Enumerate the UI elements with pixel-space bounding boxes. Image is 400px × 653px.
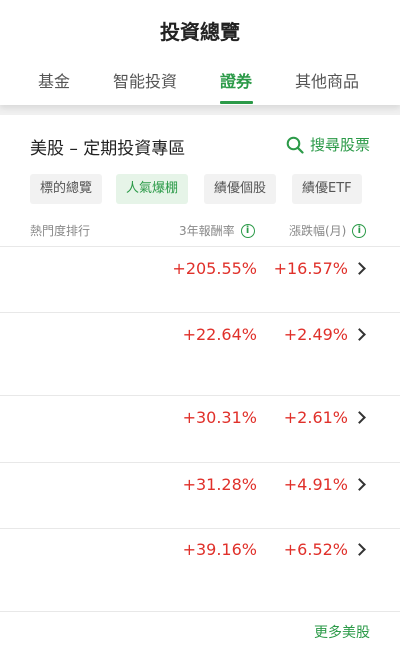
change-month-value: +4.91% xyxy=(283,475,348,494)
search-stock-button[interactable]: 搜尋股票 xyxy=(286,134,370,155)
table-row[interactable]: +22.64% +2.49% xyxy=(0,313,400,396)
table-row[interactable]: +31.28% +4.91% xyxy=(0,463,400,529)
return-3y-value: +22.64% xyxy=(182,325,257,344)
return-3y-value: +30.31% xyxy=(182,408,257,427)
page: 投資總覽 基金 智能投資 證券 其他商品 美股 – 定期投資專區 搜尋股票 標的… xyxy=(0,0,400,653)
search-icon xyxy=(286,136,304,154)
chevron-right-icon xyxy=(353,262,366,275)
return-3y-value: +31.28% xyxy=(182,475,257,494)
chevron-right-icon xyxy=(353,543,366,556)
column-header-change-month-label: 漲跌幅(月) xyxy=(289,224,347,238)
change-month-value: +6.52% xyxy=(283,540,348,559)
section-title: 美股 – 定期投資專區 xyxy=(30,139,186,159)
table-row[interactable]: +39.16% +6.52% xyxy=(0,529,400,612)
more-us-stocks-link[interactable]: 更多美股 xyxy=(314,622,370,642)
return-3y-value: +205.55% xyxy=(172,259,257,278)
chip-top-stocks[interactable]: 績優個股 xyxy=(204,174,277,204)
chevron-right-icon xyxy=(353,328,366,341)
chevron-right-icon xyxy=(353,478,366,491)
active-tab-indicator xyxy=(220,101,253,104)
search-stock-label: 搜尋股票 xyxy=(309,136,370,154)
page-title: 投資總覽 xyxy=(160,20,240,44)
info-icon[interactable]: i xyxy=(352,223,367,238)
chevron-right-icon xyxy=(353,411,366,424)
tab-funds[interactable]: 基金 xyxy=(38,68,70,92)
change-month-value: +16.57% xyxy=(273,259,348,278)
tab-other-products[interactable]: 其他商品 xyxy=(295,68,359,92)
tab-securities[interactable]: 證券 xyxy=(220,68,252,92)
section-divider xyxy=(0,105,400,115)
column-header-rank-label: 熱門度排行 xyxy=(30,224,91,238)
change-month-value: +2.61% xyxy=(283,408,348,427)
tab-smart-invest[interactable]: 智能投資 xyxy=(113,68,177,92)
column-header-return-3y: 3年報酬率 i xyxy=(179,222,255,239)
chip-popular[interactable]: 人氣爆棚 xyxy=(116,174,189,204)
table-row[interactable]: +30.31% +2.61% xyxy=(0,396,400,463)
table-row[interactable]: +205.55% +16.57% xyxy=(0,247,400,313)
change-month-value: +2.49% xyxy=(283,325,348,344)
info-icon[interactable]: i xyxy=(240,223,255,238)
tab-bar: 基金 智能投資 證券 其他商品 xyxy=(0,68,400,104)
chip-all-targets[interactable]: 標的總覽 xyxy=(30,174,103,204)
chip-top-etf[interactable]: 績優ETF xyxy=(292,174,362,204)
column-header-change-month: 漲跌幅(月) i xyxy=(289,222,367,239)
return-3y-value: +39.16% xyxy=(182,540,257,559)
column-header-return-3y-label: 3年報酬率 xyxy=(179,224,235,238)
column-header-rank: 熱門度排行 xyxy=(30,222,90,239)
app-header: 投資總覽 基金 智能投資 證券 其他商品 xyxy=(0,0,400,105)
